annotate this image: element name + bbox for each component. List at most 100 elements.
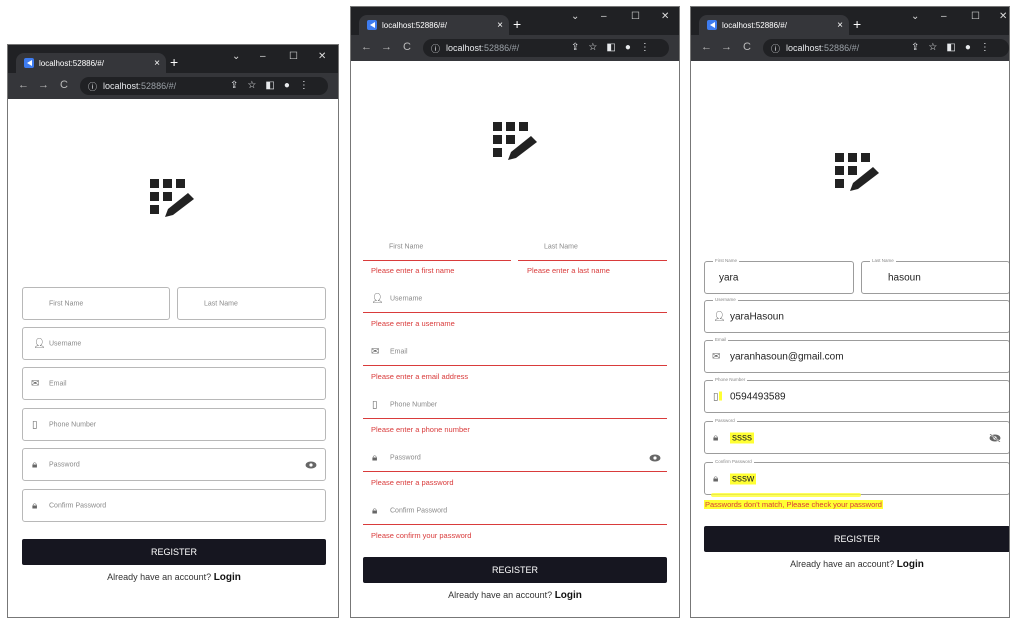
phone-placeholder: Phone Number xyxy=(390,401,438,408)
info-icon[interactable]: ⓘ xyxy=(431,42,440,55)
password-placeholder: Password xyxy=(390,454,421,461)
password-field[interactable]: Password 🔒︎ ssss xyxy=(704,418,1009,454)
login-link[interactable]: Login xyxy=(897,559,924,570)
username-field[interactable]: Username 👤︎ yaraHasoun xyxy=(704,297,1009,333)
eye-icon[interactable] xyxy=(649,454,661,462)
forward-icon[interactable]: → xyxy=(721,41,732,53)
back-icon[interactable]: ← xyxy=(361,41,372,53)
minimize-button[interactable]: – xyxy=(941,11,947,22)
minimize-button[interactable]: – xyxy=(260,51,266,62)
share-icon[interactable]: ⇪ xyxy=(230,80,238,91)
eye-off-icon[interactable] xyxy=(989,433,1001,442)
tab-search-icon[interactable]: ⌄ xyxy=(911,11,919,22)
email-field[interactable]: ✉ Email xyxy=(363,338,667,366)
mail-icon: ✉ xyxy=(712,351,721,362)
confirm-password-placeholder: Confirm Password xyxy=(49,502,107,509)
login-link[interactable]: Login xyxy=(214,572,241,583)
profile-icon[interactable]: ● xyxy=(284,80,290,91)
tab-search-icon[interactable]: ⌄ xyxy=(232,51,240,62)
last-name-field[interactable]: Last Name xyxy=(518,233,667,261)
browser-tab[interactable]: localhost:52886/#/ × xyxy=(699,15,849,35)
menu-icon[interactable]: ⋮ xyxy=(980,42,990,53)
confirm-password-field[interactable]: 🔒︎ Confirm Password xyxy=(22,489,326,522)
login-link[interactable]: Login xyxy=(555,590,582,601)
share-icon[interactable]: ⇪ xyxy=(911,42,919,53)
reload-icon[interactable]: C xyxy=(60,79,68,91)
side-panel-icon[interactable]: ◧ xyxy=(265,80,274,91)
phone-error: Please enter a phone number xyxy=(371,425,470,434)
close-window-button[interactable]: ✕ xyxy=(318,51,326,62)
side-panel-icon[interactable]: ◧ xyxy=(606,42,615,53)
minimize-button[interactable]: – xyxy=(601,11,607,22)
last-name-field[interactable]: Last Name xyxy=(177,287,326,320)
close-window-button[interactable]: ✕ xyxy=(999,11,1007,22)
confirm-password-value: sssw xyxy=(730,473,757,484)
register-button[interactable]: REGISTER xyxy=(22,539,326,565)
eye-icon[interactable] xyxy=(305,461,317,469)
tab-search-icon[interactable]: ⌄ xyxy=(571,11,579,22)
bookmark-star-icon[interactable]: ☆ xyxy=(247,80,256,91)
password-field[interactable]: 🔒︎ Password xyxy=(363,444,667,472)
bookmark-star-icon[interactable]: ☆ xyxy=(588,42,597,53)
phone-field[interactable]: Phone Number ▯ 0594493589 xyxy=(704,377,1009,413)
share-icon[interactable]: ⇪ xyxy=(571,42,579,53)
info-icon[interactable]: ⓘ xyxy=(88,80,97,93)
register-button[interactable]: REGISTER xyxy=(363,557,667,583)
back-icon[interactable]: ← xyxy=(18,79,29,91)
profile-icon[interactable]: ● xyxy=(965,42,971,53)
maximize-button[interactable]: ☐ xyxy=(289,51,298,62)
browser-tab[interactable]: localhost:52886/#/ × xyxy=(359,15,509,35)
mail-icon: ✉ xyxy=(31,378,40,389)
browser-window-errors: localhost:52886/#/ × + ⌄ – ☐ ✕ ← → C ⓘ l… xyxy=(350,6,680,618)
bookmark-star-icon[interactable]: ☆ xyxy=(928,42,937,53)
first-name-label: First Name xyxy=(713,258,740,263)
phone-field[interactable]: ▯ Phone Number xyxy=(22,408,326,441)
username-field[interactable]: 👤︎ Username xyxy=(22,327,326,360)
first-name-field[interactable]: First Name xyxy=(363,233,511,261)
email-field[interactable]: Email ✉ yaranhasoun@gmail.com xyxy=(704,337,1009,373)
info-icon[interactable]: ⓘ xyxy=(771,42,780,55)
confirm-password-placeholder: Confirm Password xyxy=(390,507,448,514)
new-tab-button[interactable]: + xyxy=(513,16,521,32)
register-button[interactable]: REGISTER xyxy=(704,526,1009,552)
password-label: Password xyxy=(713,418,737,423)
url-rest: :52886/#/ xyxy=(481,43,520,53)
app-logo-icon xyxy=(493,122,537,160)
password-field[interactable]: 🔒︎ Password xyxy=(22,448,326,481)
phone-field[interactable]: ▯ Phone Number xyxy=(363,391,667,419)
first-name-field[interactable]: First Name yara xyxy=(704,258,854,294)
reload-icon[interactable]: C xyxy=(403,41,411,53)
side-panel-icon[interactable]: ◧ xyxy=(946,42,955,53)
tab-close-icon[interactable]: × xyxy=(154,58,160,69)
back-icon[interactable]: ← xyxy=(701,41,712,53)
profile-icon[interactable]: ● xyxy=(625,42,631,53)
confirm-password-field[interactable]: Confirm Password 🔒︎ sssw xyxy=(704,459,1009,495)
new-tab-button[interactable]: + xyxy=(853,16,861,32)
forward-icon[interactable]: → xyxy=(38,79,49,91)
first-name-field[interactable]: First Name xyxy=(22,287,170,320)
tab-title: localhost:52886/#/ xyxy=(39,58,104,68)
first-name-placeholder: First Name xyxy=(49,300,84,307)
url-host: localhost xyxy=(103,81,139,91)
tab-close-icon[interactable]: × xyxy=(497,20,503,31)
menu-icon[interactable]: ⋮ xyxy=(299,80,309,91)
flutter-favicon-icon xyxy=(24,58,34,68)
reload-icon[interactable]: C xyxy=(743,41,751,53)
forward-icon[interactable]: → xyxy=(381,41,392,53)
confirm-password-field[interactable]: 🔒︎ Confirm Password xyxy=(363,497,667,525)
password-value: ssss xyxy=(730,432,754,443)
last-name-field[interactable]: Last Name hasoun xyxy=(861,258,1009,294)
tab-close-icon[interactable]: × xyxy=(837,20,843,31)
new-tab-button[interactable]: + xyxy=(170,54,178,70)
person-icon: 👤︎ xyxy=(33,338,46,349)
username-field[interactable]: 👤︎ Username xyxy=(363,285,667,313)
lock-icon: 🔒︎ xyxy=(713,473,719,484)
maximize-button[interactable]: ☐ xyxy=(631,11,640,22)
menu-icon[interactable]: ⋮ xyxy=(640,42,650,53)
close-window-button[interactable]: ✕ xyxy=(661,11,669,22)
email-value: yaranhasoun@gmail.com xyxy=(730,351,844,362)
maximize-button[interactable]: ☐ xyxy=(971,11,980,22)
login-prompt: Already have an account? Login xyxy=(704,559,1009,570)
email-field[interactable]: ✉ Email xyxy=(22,367,326,400)
browser-tab[interactable]: localhost:52886/#/ × xyxy=(16,53,166,73)
